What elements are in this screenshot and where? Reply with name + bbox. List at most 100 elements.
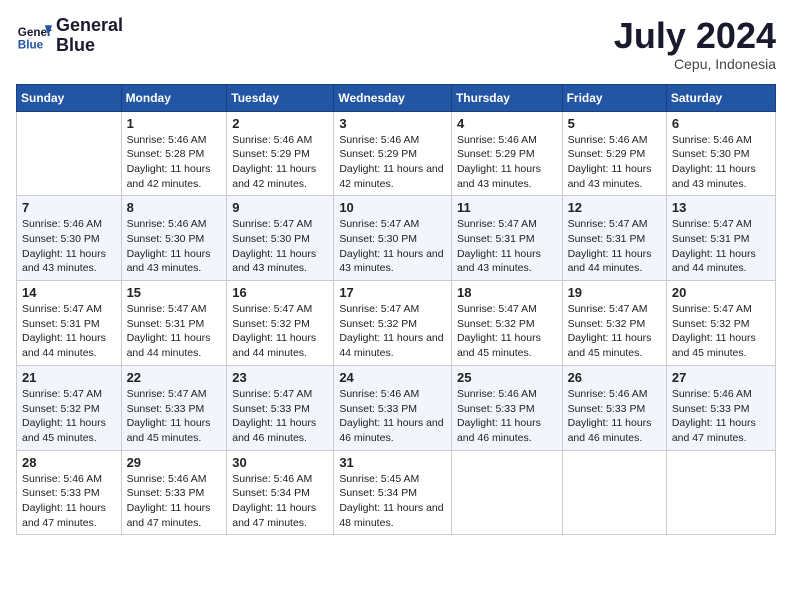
day-number: 23 [232, 370, 328, 385]
day-number: 28 [22, 455, 116, 470]
calendar-cell: 31 Sunrise: 5:45 AMSunset: 5:34 PMDayligh… [334, 450, 452, 535]
calendar-cell: 20 Sunrise: 5:47 AMSunset: 5:32 PMDayligh… [666, 281, 775, 366]
day-info: Sunrise: 5:47 AMSunset: 5:32 PMDaylight:… [232, 302, 328, 361]
day-info: Sunrise: 5:46 AMSunset: 5:30 PMDaylight:… [22, 217, 116, 276]
day-number: 17 [339, 285, 446, 300]
calendar-cell: 11 Sunrise: 5:47 AMSunset: 5:31 PMDayligh… [451, 196, 562, 281]
logo-icon: General Blue [16, 18, 52, 54]
calendar-table: Sunday Monday Tuesday Wednesday Thursday… [16, 84, 776, 536]
col-sunday: Sunday [17, 84, 122, 111]
svg-text:Blue: Blue [18, 38, 44, 51]
day-info: Sunrise: 5:46 AMSunset: 5:29 PMDaylight:… [232, 133, 328, 192]
page-header: General Blue General Blue July 2024 Cepu… [16, 16, 776, 72]
day-number: 2 [232, 116, 328, 131]
calendar-cell: 29 Sunrise: 5:46 AMSunset: 5:33 PMDayligh… [121, 450, 227, 535]
day-number: 20 [672, 285, 770, 300]
day-info: Sunrise: 5:47 AMSunset: 5:31 PMDaylight:… [672, 217, 770, 276]
day-number: 1 [127, 116, 222, 131]
col-friday: Friday [562, 84, 666, 111]
day-number: 24 [339, 370, 446, 385]
day-number: 12 [568, 200, 661, 215]
day-number: 8 [127, 200, 222, 215]
calendar-cell: 16 Sunrise: 5:47 AMSunset: 5:32 PMDayligh… [227, 281, 334, 366]
calendar-cell [17, 111, 122, 196]
calendar-cell: 8 Sunrise: 5:46 AMSunset: 5:30 PMDaylight… [121, 196, 227, 281]
calendar-cell [666, 450, 775, 535]
logo: General Blue General Blue [16, 16, 123, 56]
day-info: Sunrise: 5:46 AMSunset: 5:33 PMDaylight:… [339, 387, 446, 446]
calendar-cell: 12 Sunrise: 5:47 AMSunset: 5:31 PMDayligh… [562, 196, 666, 281]
calendar-cell: 17 Sunrise: 5:47 AMSunset: 5:32 PMDayligh… [334, 281, 452, 366]
day-info: Sunrise: 5:47 AMSunset: 5:33 PMDaylight:… [127, 387, 222, 446]
day-info: Sunrise: 5:47 AMSunset: 5:32 PMDaylight:… [568, 302, 661, 361]
day-number: 5 [568, 116, 661, 131]
calendar-cell: 22 Sunrise: 5:47 AMSunset: 5:33 PMDayligh… [121, 365, 227, 450]
day-info: Sunrise: 5:46 AMSunset: 5:33 PMDaylight:… [127, 472, 222, 531]
day-info: Sunrise: 5:46 AMSunset: 5:30 PMDaylight:… [672, 133, 770, 192]
day-info: Sunrise: 5:47 AMSunset: 5:31 PMDaylight:… [22, 302, 116, 361]
day-info: Sunrise: 5:47 AMSunset: 5:32 PMDaylight:… [457, 302, 557, 361]
calendar-cell: 28Sunrise: 5:46 AMSunset: 5:33 PMDayligh… [17, 450, 122, 535]
day-number: 25 [457, 370, 557, 385]
calendar-cell: 6 Sunrise: 5:46 AMSunset: 5:30 PMDaylight… [666, 111, 775, 196]
day-number: 26 [568, 370, 661, 385]
calendar-cell: 7 Sunrise: 5:46 AMSunset: 5:30 PMDaylight… [17, 196, 122, 281]
day-number: 7 [22, 200, 116, 215]
day-number: 15 [127, 285, 222, 300]
day-number: 29 [127, 455, 222, 470]
day-number: 9 [232, 200, 328, 215]
day-number: 16 [232, 285, 328, 300]
calendar-cell: 30Sunrise: 5:46 AMSunset: 5:34 PMDayligh… [227, 450, 334, 535]
day-info: Sunrise: 5:45 AMSunset: 5:34 PMDaylight:… [339, 472, 446, 531]
calendar-cell: 1 Sunrise: 5:46 AMSunset: 5:28 PMDaylight… [121, 111, 227, 196]
day-info: Sunrise: 5:46 AMSunset: 5:33 PMDaylight:… [457, 387, 557, 446]
day-number: 10 [339, 200, 446, 215]
day-number: 22 [127, 370, 222, 385]
calendar-week-5: 28 Sunrise: 5:46 AMSunset: 5:33 PMDayligh… [17, 450, 776, 535]
day-number: 31 [339, 455, 446, 470]
calendar-cell: 2 Sunrise: 5:46 AMSunset: 5:29 PMDaylight… [227, 111, 334, 196]
day-info: Sunrise: 5:46 AMSunset: 5:30 PMDaylight:… [127, 217, 222, 276]
day-info: Sunrise: 5:47 AMSunset: 5:32 PMDaylight:… [22, 387, 116, 446]
day-info: Sunrise: 5:47 AMSunset: 5:31 PMDaylight:… [127, 302, 222, 361]
col-wednesday: Wednesday [334, 84, 452, 111]
col-monday: Monday [121, 84, 227, 111]
day-number: 19 [568, 285, 661, 300]
day-info: Sunrise: 5:47 AMSunset: 5:31 PMDaylight:… [457, 217, 557, 276]
col-saturday: Saturday [666, 84, 775, 111]
calendar-cell: 14Sunrise: 5:47 AMSunset: 5:31 PMDayligh… [17, 281, 122, 366]
calendar-cell: 13Sunrise: 5:47 AMSunset: 5:31 PMDayligh… [666, 196, 775, 281]
calendar-cell: 5Sunrise: 5:46 AMSunset: 5:29 PMDaylight… [562, 111, 666, 196]
calendar-cell: 10 Sunrise: 5:47 AMSunset: 5:30 PMDayligh… [334, 196, 452, 281]
calendar-cell: 3Sunrise: 5:46 AMSunset: 5:29 PMDaylight… [334, 111, 452, 196]
day-info: Sunrise: 5:47 AMSunset: 5:32 PMDaylight:… [339, 302, 446, 361]
day-number: 6 [672, 116, 770, 131]
calendar-cell: 27Sunrise: 5:46 AMSunset: 5:33 PMDayligh… [666, 365, 775, 450]
title-block: July 2024 Cepu, Indonesia [614, 16, 776, 72]
calendar-cell: 21Sunrise: 5:47 AMSunset: 5:32 PMDayligh… [17, 365, 122, 450]
calendar-cell: 26Sunrise: 5:46 AMSunset: 5:33 PMDayligh… [562, 365, 666, 450]
calendar-week-3: 14Sunrise: 5:47 AMSunset: 5:31 PMDayligh… [17, 281, 776, 366]
calendar-cell: 15 Sunrise: 5:47 AMSunset: 5:31 PMDayligh… [121, 281, 227, 366]
calendar-cell: 25 Sunrise: 5:46 AMSunset: 5:33 PMDayligh… [451, 365, 562, 450]
day-info: Sunrise: 5:47 AMSunset: 5:32 PMDaylight:… [672, 302, 770, 361]
day-info: Sunrise: 5:46 AMSunset: 5:29 PMDaylight:… [339, 133, 446, 192]
day-info: Sunrise: 5:47 AMSunset: 5:30 PMDaylight:… [339, 217, 446, 276]
day-info: Sunrise: 5:47 AMSunset: 5:31 PMDaylight:… [568, 217, 661, 276]
location: Cepu, Indonesia [614, 56, 776, 72]
day-info: Sunrise: 5:47 AMSunset: 5:30 PMDaylight:… [232, 217, 328, 276]
day-info: Sunrise: 5:46 AMSunset: 5:28 PMDaylight:… [127, 133, 222, 192]
day-info: Sunrise: 5:47 AMSunset: 5:33 PMDaylight:… [232, 387, 328, 446]
calendar-cell: 9 Sunrise: 5:47 AMSunset: 5:30 PMDaylight… [227, 196, 334, 281]
calendar-cell: 19 Sunrise: 5:47 AMSunset: 5:32 PMDayligh… [562, 281, 666, 366]
logo-text-general: General [56, 16, 123, 36]
day-number: 18 [457, 285, 557, 300]
day-number: 11 [457, 200, 557, 215]
day-info: Sunrise: 5:46 AMSunset: 5:34 PMDaylight:… [232, 472, 328, 531]
day-number: 4 [457, 116, 557, 131]
calendar-week-1: 1 Sunrise: 5:46 AMSunset: 5:28 PMDaylight… [17, 111, 776, 196]
calendar-week-2: 7 Sunrise: 5:46 AMSunset: 5:30 PMDaylight… [17, 196, 776, 281]
logo-text-blue: Blue [56, 36, 123, 56]
calendar-cell [451, 450, 562, 535]
day-info: Sunrise: 5:46 AMSunset: 5:33 PMDaylight:… [672, 387, 770, 446]
